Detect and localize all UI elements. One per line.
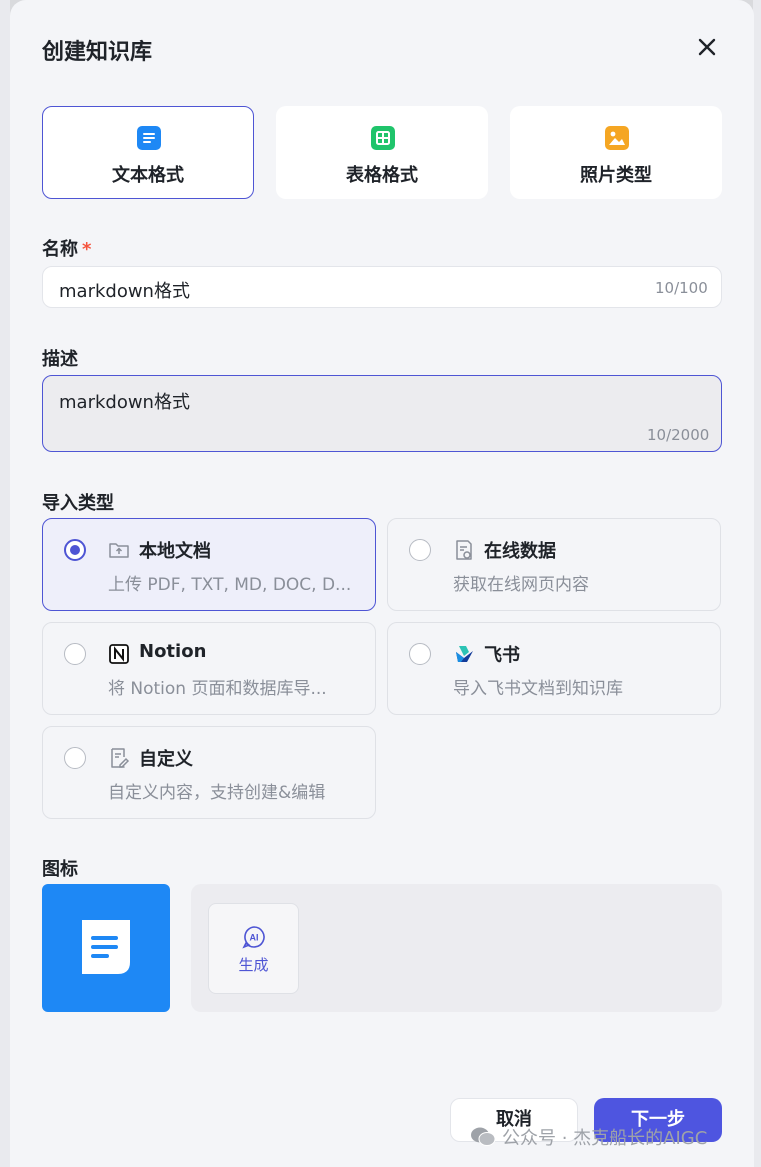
- option-title: 飞书: [484, 645, 520, 666]
- description-value: markdown格式: [59, 392, 190, 413]
- import-type-label: 导入类型: [42, 493, 114, 514]
- radio-unselected[interactable]: [409, 643, 431, 665]
- ai-generate-label: 生成: [238, 956, 269, 974]
- option-desc: 上传 PDF, TXT, MD, DOC, D...: [108, 575, 352, 595]
- text-doc-icon: [137, 126, 161, 150]
- image-icon: [605, 126, 629, 150]
- custom-edit-icon: [111, 748, 130, 768]
- ai-badge: AI: [250, 933, 259, 943]
- import-option-local-doc[interactable]: 本地文档 上传 PDF, TXT, MD, DOC, D...: [42, 518, 376, 611]
- option-title: Notion: [139, 641, 207, 662]
- option-title: 自定义: [139, 749, 193, 770]
- option-desc: 将 Notion 页面和数据库导...: [108, 679, 327, 699]
- name-input-value: markdown格式: [59, 281, 190, 302]
- watermark: 公众号 · 杰克船长的AIGC: [470, 1124, 707, 1150]
- knowledge-base-icon-preview[interactable]: [42, 884, 170, 1012]
- import-option-online-data[interactable]: 在线数据 获取在线网页内容: [387, 518, 721, 611]
- radio-unselected[interactable]: [64, 747, 86, 769]
- dialog-title: 创建知识库: [42, 40, 153, 65]
- option-title: 在线数据: [484, 541, 556, 562]
- option-desc: 获取在线网页内容: [453, 575, 589, 595]
- option-title: 本地文档: [139, 541, 211, 562]
- option-desc: 导入飞书文档到知识库: [453, 679, 623, 699]
- ai-generate-button[interactable]: AI 生成: [208, 903, 299, 994]
- radio-unselected[interactable]: [64, 643, 86, 665]
- backdrop: [0, 0, 10, 1167]
- tab-image-format[interactable]: 照片类型: [510, 106, 722, 199]
- name-label: 名称 *: [42, 235, 91, 261]
- radio-unselected[interactable]: [409, 539, 431, 561]
- radio-selected[interactable]: [64, 539, 86, 561]
- icon-picker-area: AI 生成: [191, 884, 722, 1012]
- folder-upload-icon: [109, 543, 129, 558]
- tab-text-format[interactable]: 文本格式: [42, 106, 254, 199]
- create-knowledge-base-dialog: 创建知识库 文本格式 表格格式 照片类型 名称 * markdown格式 10/…: [10, 0, 754, 1167]
- description-textarea[interactable]: markdown格式 10/2000: [42, 375, 722, 452]
- import-option-notion[interactable]: Notion 将 Notion 页面和数据库导...: [42, 622, 376, 715]
- description-label: 描述: [42, 349, 78, 370]
- feishu-icon: [456, 646, 473, 662]
- import-option-custom[interactable]: 自定义 自定义内容，支持创建&编辑: [42, 726, 376, 819]
- name-input[interactable]: markdown格式 10/100: [42, 266, 722, 308]
- option-desc: 自定义内容，支持创建&编辑: [108, 783, 326, 803]
- close-icon[interactable]: [696, 36, 718, 58]
- description-char-counter: 10/2000: [647, 426, 710, 444]
- tab-label: 照片类型: [580, 165, 652, 186]
- icon-label: 图标: [42, 859, 78, 880]
- ai-chat-icon: AI: [242, 926, 265, 949]
- wechat-icon: [471, 1127, 496, 1146]
- name-label-text: 名称: [42, 239, 78, 260]
- name-char-counter: 10/100: [655, 279, 708, 297]
- backdrop-right: [753, 0, 761, 1167]
- web-doc-icon: [456, 540, 472, 560]
- table-icon: [371, 126, 395, 150]
- tab-label: 文本格式: [112, 165, 184, 186]
- document-icon: [82, 920, 130, 974]
- notion-icon: [109, 644, 129, 664]
- import-option-feishu[interactable]: 飞书 导入飞书文档到知识库: [387, 622, 721, 715]
- tab-label: 表格格式: [346, 165, 418, 186]
- required-mark: *: [82, 239, 92, 260]
- watermark-text: 公众号 · 杰克船长的AIGC: [502, 1128, 708, 1149]
- tab-table-format[interactable]: 表格格式: [276, 106, 488, 199]
